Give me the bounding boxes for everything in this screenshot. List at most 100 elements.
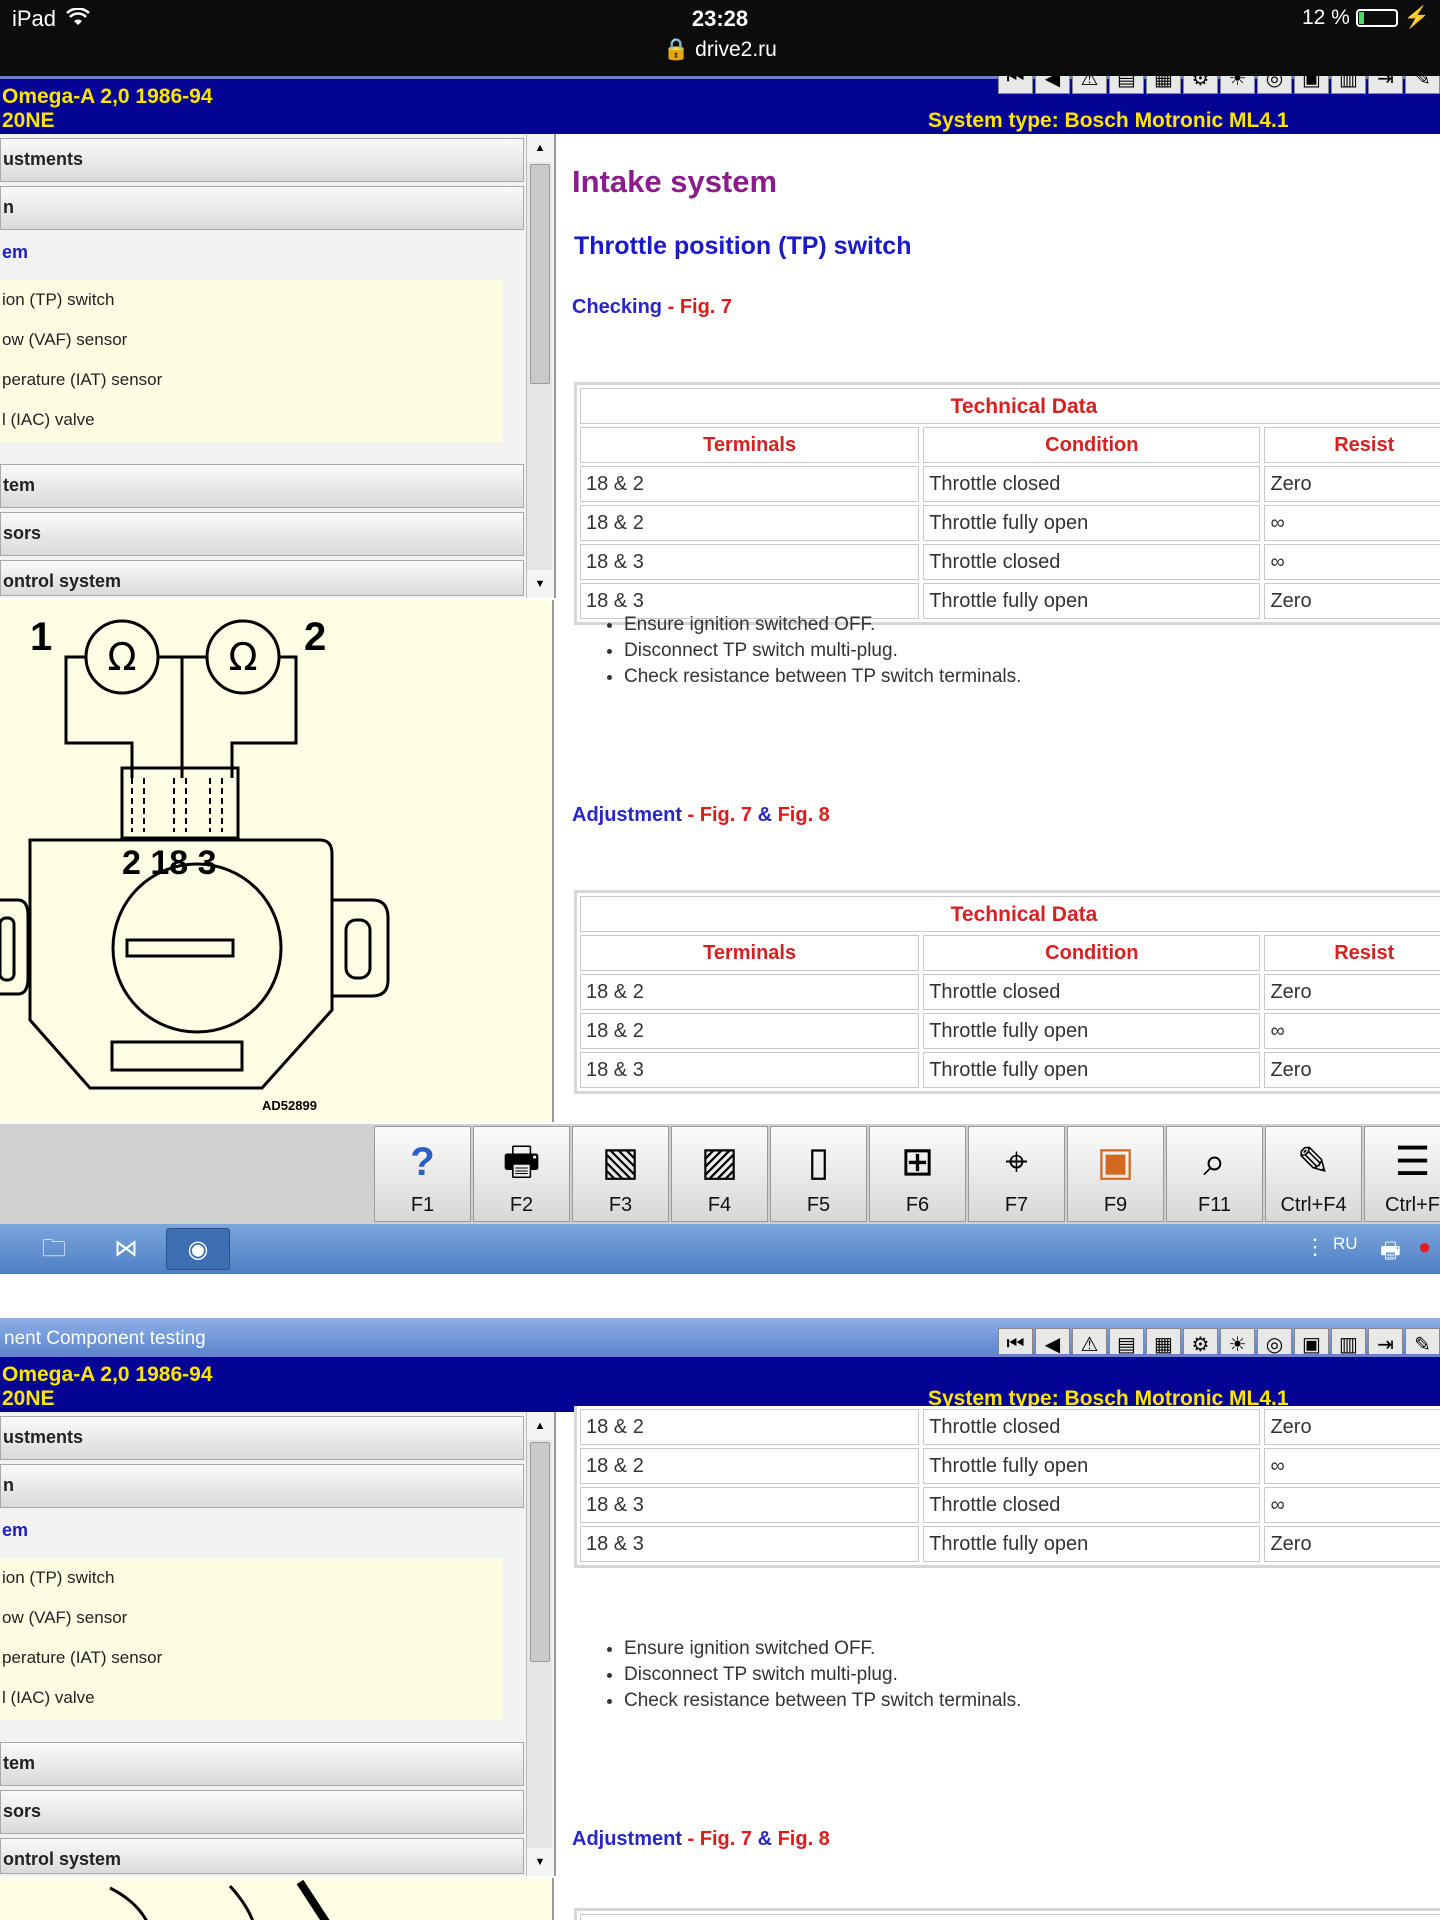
f1-button[interactable]: ? F1	[374, 1126, 471, 1222]
nav-subitem[interactable]: ion (TP) switch	[0, 280, 503, 320]
tp-switch-diagram: Ω Ω 1 2 2 18 3 AD52899	[0, 615, 390, 1113]
table-row: 18 & 2 Throttle closed Zero	[580, 1409, 1440, 1445]
tools-icon[interactable]: ✎	[1405, 76, 1440, 94]
nav-scrollbar[interactable]: ▲ ▼	[526, 1412, 553, 1876]
instruction-item: Check resistance between TP switch termi…	[624, 664, 1021, 690]
f5-button[interactable]: ▯ F5	[770, 1126, 867, 1222]
cell-condition: Throttle closed	[923, 1409, 1261, 1445]
nav-item[interactable]: ontrol system	[0, 560, 524, 596]
dash: -	[662, 296, 680, 318]
engine-code: 20NE	[2, 1387, 55, 1410]
status-right: 12 % ⚡	[1302, 6, 1430, 30]
map-icon[interactable]: ▦	[1146, 76, 1181, 94]
fig7-link[interactable]: Fig. 7	[680, 296, 732, 318]
nav-subitem[interactable]: perature (IAT) sensor	[0, 360, 503, 400]
nav-subitem[interactable]: l (IAC) valve	[0, 1678, 503, 1718]
nav-subitem[interactable]: perature (IAT) sensor	[0, 1638, 503, 1678]
nav-item[interactable]: ustments	[0, 1416, 524, 1460]
nav-scrollbar[interactable]: ▲ ▼	[526, 134, 553, 598]
vehicle-model: Omega-A 2,0 1986-94	[2, 85, 213, 108]
component-icon: ▯	[807, 1140, 830, 1184]
media-icon[interactable]: ⋈	[94, 1228, 158, 1270]
f2-button[interactable]: 🖶 F2	[473, 1126, 570, 1222]
data-icon[interactable]: ▣	[1294, 76, 1329, 94]
printer-icon: 🖶	[502, 1140, 541, 1184]
first-icon[interactable]: ⏮	[998, 76, 1033, 94]
back-icon[interactable]: ◀	[1035, 76, 1070, 94]
nav-item[interactable]: sors	[0, 512, 524, 556]
f11-button[interactable]: ⌕ F11	[1166, 1126, 1263, 1222]
adjustment-heading: Adjustment - Fig. 7 & Fig. 8	[572, 1828, 830, 1851]
nav-item[interactable]: sors	[0, 1790, 524, 1834]
table-row: 18 & 2 Throttle fully open ∞	[580, 505, 1440, 541]
fig7-link[interactable]: Fig. 7	[700, 1828, 752, 1850]
battery-percent: 12 %	[1301, 6, 1350, 29]
adjust-table: Technical Data Terminals Condition Resis…	[574, 1908, 1440, 1920]
gauge-icon[interactable]: ◎	[1257, 76, 1292, 94]
nav-item-selected[interactable]: em	[0, 1518, 524, 1548]
nav-subitem[interactable]: ow (VAF) sensor	[0, 1598, 503, 1638]
function-key-bar: ? F1 🖶 F2 ▧ F3 ▨ F4 ▯ F5 ⊞ F6 ⌖ F7 ▣ F9 ⌕ F11 ✎ Ct…	[0, 1124, 1440, 1224]
f7-button[interactable]: ⌖ F7	[968, 1126, 1065, 1222]
f6-button[interactable]: ⊞ F6	[869, 1126, 966, 1222]
nav-subitem[interactable]: ow (VAF) sensor	[0, 320, 503, 360]
nav-item[interactable]: tem	[0, 1742, 524, 1786]
instruction-item: Disconnect TP switch multi-plug.	[624, 1662, 1021, 1688]
table-title: Technical Data	[580, 896, 1440, 932]
nav-subitem[interactable]: ion (TP) switch	[0, 1558, 503, 1598]
cell-condition: Throttle fully open	[923, 505, 1261, 541]
scroll-up-icon[interactable]: ▲	[527, 134, 553, 162]
nav-item[interactable]: ontrol system	[0, 1838, 524, 1874]
instruction-item: Ensure ignition switched OFF.	[624, 612, 1021, 638]
diagram-icon: ▨	[700, 1140, 739, 1184]
cell-resistance: ∞	[1264, 505, 1440, 541]
nav-item[interactable]: n	[0, 186, 524, 230]
cell-condition: Throttle fully open	[923, 1052, 1261, 1088]
nav-item[interactable]: tem	[0, 464, 524, 508]
ctrl-f4-button[interactable]: ✎ Ctrl+F4	[1265, 1126, 1362, 1222]
nav-item[interactable]: n	[0, 1464, 524, 1508]
lock-icon: 🔒	[663, 38, 690, 61]
explorer-icon[interactable]: 🗀	[22, 1228, 86, 1270]
cell-condition: Throttle fully open	[923, 1526, 1261, 1562]
alert-tray-icon[interactable]: ●	[1418, 1234, 1431, 1260]
scroll-down-icon[interactable]: ▼	[527, 570, 553, 598]
battery-icon	[1355, 9, 1398, 27]
scroll-down-icon[interactable]: ▼	[527, 1848, 553, 1876]
cell-resistance: Zero	[1264, 1409, 1440, 1445]
f4-button[interactable]: ▨ F4	[671, 1126, 768, 1222]
table-row: 18 & 2 Throttle fully open ∞	[580, 1448, 1440, 1484]
nav-item[interactable]: ustments	[0, 138, 524, 182]
language-indicator[interactable]: RU	[1333, 1234, 1358, 1254]
figure-ref: AD52899	[262, 1098, 317, 1113]
window-title: nent Component testing	[4, 1328, 206, 1349]
exit-icon[interactable]: ⇥	[1368, 76, 1403, 94]
nav-subitem[interactable]: l (IAC) valve	[0, 400, 503, 440]
warning-icon[interactable]: ⚠	[1072, 76, 1107, 94]
bulb-icon[interactable]: ☀	[1220, 76, 1255, 94]
vehicle-data-icon: ▧	[601, 1140, 640, 1184]
connector-icon: ⊞	[900, 1140, 935, 1184]
scroll-thumb[interactable]	[530, 164, 550, 384]
fig8-link[interactable]: Fig. 8	[778, 804, 830, 826]
f9-button[interactable]: ▣ F9	[1067, 1126, 1164, 1222]
app-task-icon[interactable]: ◉	[166, 1228, 230, 1270]
scroll-thumb[interactable]	[530, 1442, 550, 1662]
f3-button[interactable]: ▧ F3	[572, 1126, 669, 1222]
fig7-link[interactable]: Fig. 7	[700, 804, 752, 826]
printer-tray-icon[interactable]: 🖶	[1380, 1234, 1401, 1272]
document-icon[interactable]: ▤	[1109, 76, 1144, 94]
table-row: 18 & 2 Throttle closed Zero	[580, 974, 1440, 1010]
address-bar[interactable]: 🔒 drive2.ru	[0, 38, 1440, 62]
nav-subitems: ion (TP) switch ow (VAF) sensor perature…	[0, 1558, 503, 1720]
ctrl-f-button[interactable]: ☰ Ctrl+F	[1364, 1126, 1440, 1222]
nav-panel: ustments n em ion (TP) switch ow (VAF) s…	[0, 1412, 556, 1876]
cell-terminals: 18 & 2	[580, 1409, 920, 1445]
nav-item-selected[interactable]: em	[0, 240, 524, 270]
gear-icon[interactable]: ⚙	[1183, 76, 1218, 94]
meter-label-2: 2	[304, 615, 326, 659]
checking-heading: Checking - Fig. 7	[572, 296, 732, 319]
scroll-up-icon[interactable]: ▲	[527, 1412, 553, 1440]
fig8-link[interactable]: Fig. 8	[778, 1828, 830, 1850]
chart-icon[interactable]: ▥	[1331, 76, 1366, 94]
